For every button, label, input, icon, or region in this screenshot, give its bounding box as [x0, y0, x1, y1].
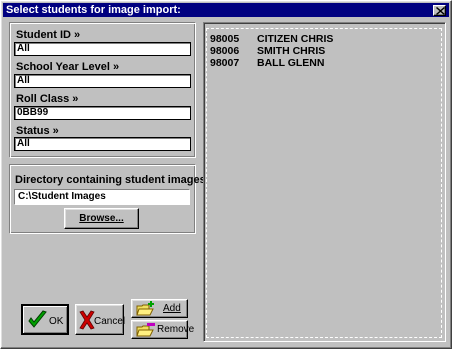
window-title: Select students for image import: — [6, 4, 181, 16]
student-list[interactable]: 98005 CITIZEN CHRIS 98006 SMITH CHRIS 98… — [203, 22, 446, 342]
remove-label: Remove — [157, 324, 195, 335]
close-button[interactable] — [433, 5, 446, 16]
cancel-x-icon — [79, 310, 95, 330]
add-label: Add — [163, 303, 181, 314]
roll-class-field[interactable]: 0BB99 — [14, 106, 191, 120]
student-id-field[interactable]: All — [14, 42, 191, 56]
select-students-dialog: Select students for image import: Studen… — [0, 0, 452, 349]
cancel-label: Cancel — [94, 316, 126, 327]
directory-field[interactable]: C:\Student Images — [14, 189, 190, 205]
status-field[interactable]: All — [14, 137, 191, 151]
student-name: CITIZEN CHRIS — [257, 33, 334, 45]
student-id: 98005 — [210, 33, 240, 45]
checkmark-icon — [28, 310, 47, 328]
student-id: 98007 — [210, 57, 240, 69]
roll-class-label[interactable]: Roll Class » — [16, 93, 78, 105]
folder-remove-icon — [136, 323, 155, 337]
remove-button[interactable]: Remove — [131, 320, 194, 339]
filters-panel: Student ID » All School Year Level » All… — [9, 22, 196, 158]
list-focus-border — [206, 28, 442, 338]
school-year-level-field[interactable]: All — [14, 74, 191, 88]
add-button[interactable]: Add — [131, 299, 188, 318]
student-name: BALL GLENN — [257, 57, 325, 69]
title-bar: Select students for image import: — [3, 3, 449, 17]
folder-add-icon — [136, 301, 154, 316]
student-name: SMITH CHRIS — [257, 45, 326, 57]
school-year-level-label[interactable]: School Year Level » — [16, 61, 119, 73]
student-id: 98006 — [210, 45, 240, 57]
browse-button[interactable]: Browse... — [64, 208, 139, 229]
ok-button[interactable]: OK — [21, 304, 69, 335]
close-icon — [436, 7, 445, 15]
directory-label: Directory containing student images — [15, 174, 206, 186]
status-label[interactable]: Status » — [16, 125, 59, 137]
cancel-button[interactable]: Cancel — [75, 304, 126, 335]
student-id-label[interactable]: Student ID » — [16, 29, 80, 41]
ok-label: OK — [49, 316, 64, 327]
